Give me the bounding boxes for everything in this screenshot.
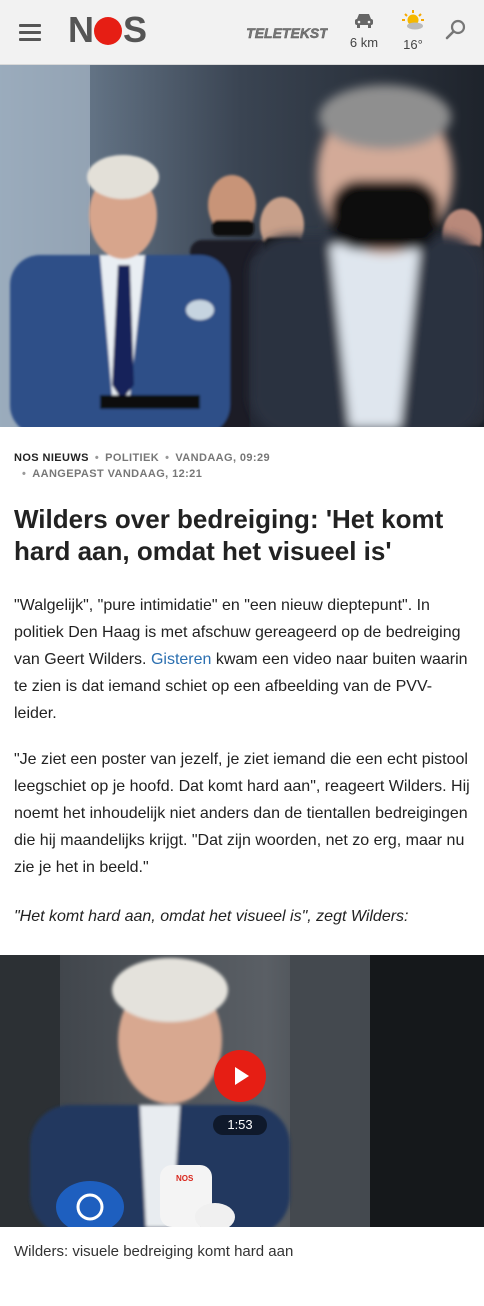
video-intro-quote: "Het komt hard aan, omdat het visueel is… bbox=[14, 908, 409, 925]
article-paragraph: "Je ziet een poster van jezelf, je ziet … bbox=[14, 751, 470, 876]
published-time: VANDAAG, 09:29 bbox=[175, 452, 271, 464]
article-title: Wilders over bedreiging: 'Het komt hard … bbox=[14, 504, 444, 566]
gisteren-link[interactable]: Gisteren bbox=[151, 651, 211, 668]
hero-photo bbox=[0, 65, 484, 427]
article-source: NOS NIEUWS bbox=[14, 452, 89, 464]
meta-separator: • bbox=[94, 452, 100, 464]
article-meta: NOS NIEUWS • POLITIEK • VANDAAG, 09:29 • AANG… bbox=[14, 450, 474, 482]
play-icon bbox=[235, 1067, 249, 1085]
updated-time: AANGEPAST VANDAAG, 12:21 bbox=[32, 468, 203, 480]
traffic-jam-length: 6 km bbox=[349, 35, 379, 50]
meta-separator: • bbox=[165, 452, 170, 464]
top-navigation-bar: NS TELETEKST 6 km 16° bbox=[0, 0, 484, 65]
article-category[interactable]: POLITIEK bbox=[105, 452, 159, 464]
nos-logo[interactable]: NS bbox=[68, 12, 147, 48]
temperature: 16° bbox=[403, 37, 423, 52]
meta-separator: • bbox=[22, 468, 27, 480]
car-icon bbox=[355, 14, 373, 28]
play-button[interactable] bbox=[214, 1050, 266, 1102]
video-duration: 1:53 bbox=[213, 1115, 267, 1135]
menu-icon[interactable] bbox=[19, 22, 43, 42]
teletekst-logo[interactable]: TELETEKST bbox=[246, 24, 328, 42]
search-icon[interactable] bbox=[444, 18, 468, 42]
weather-widget[interactable]: 16° bbox=[396, 10, 430, 52]
article-paragraph: "Walgelijk", "pure intimidatie" en "een … bbox=[14, 592, 470, 727]
traffic-widget[interactable]: 6 km bbox=[346, 12, 382, 50]
teletekst-label: TELETEKST bbox=[246, 25, 328, 41]
mic-logo-text: NOS bbox=[176, 1174, 194, 1183]
sun-cloud-icon bbox=[402, 10, 424, 30]
video-caption: Wilders: visuele bedreiging komt hard aa… bbox=[14, 1243, 294, 1260]
